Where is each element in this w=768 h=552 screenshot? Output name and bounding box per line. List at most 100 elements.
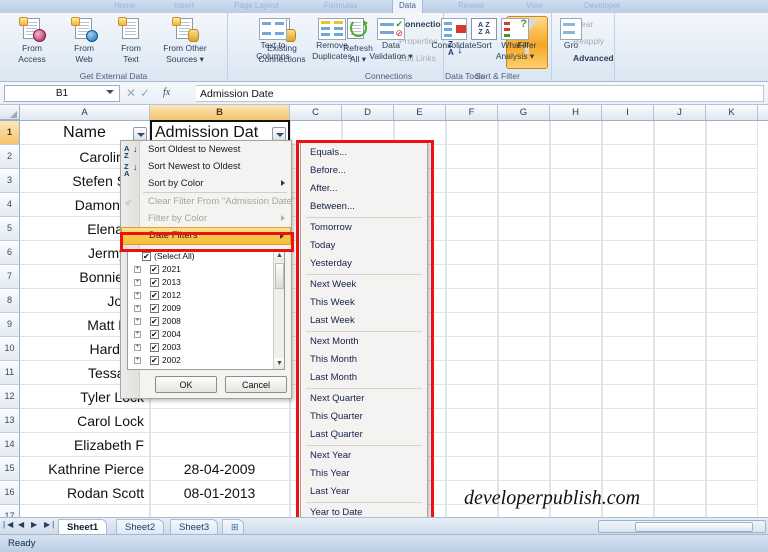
table-row-date[interactable]: 28-04-2009: [150, 457, 290, 481]
cell-empty[interactable]: [602, 265, 654, 289]
table-row-name[interactable]: Kathrine Pierce: [20, 457, 150, 481]
column-header-H[interactable]: H: [550, 105, 602, 120]
cell-empty[interactable]: [550, 289, 602, 313]
row-header-3[interactable]: 3: [0, 169, 20, 193]
expand-icon[interactable]: +: [134, 331, 141, 338]
list-item[interactable]: +2004: [128, 328, 284, 341]
cell-empty[interactable]: [654, 145, 706, 169]
row-header-4[interactable]: 4: [0, 193, 20, 217]
cell-empty[interactable]: [498, 409, 550, 433]
expand-icon[interactable]: +: [134, 305, 141, 312]
row-header-16[interactable]: 16: [0, 481, 20, 505]
cell-empty[interactable]: [498, 241, 550, 265]
cell-empty[interactable]: [498, 193, 550, 217]
column-header-G[interactable]: G: [498, 105, 550, 120]
cell-empty[interactable]: [654, 289, 706, 313]
expand-icon[interactable]: +: [134, 318, 141, 325]
submenu-item[interactable]: This Month: [301, 351, 427, 369]
cell-empty[interactable]: [550, 193, 602, 217]
horizontal-scrollbar-thumb[interactable]: [635, 522, 753, 532]
scrollbar-thumb[interactable]: [275, 263, 284, 289]
column-header-B[interactable]: B: [150, 105, 290, 120]
cell-empty[interactable]: [602, 337, 654, 361]
cell-empty[interactable]: [498, 385, 550, 409]
submenu-item[interactable]: This Year: [301, 465, 427, 483]
select-all-corner[interactable]: [0, 105, 20, 120]
cell-empty[interactable]: [654, 385, 706, 409]
autofilter-button-name[interactable]: [133, 127, 147, 141]
submenu-item[interactable]: Next Year: [301, 447, 427, 465]
cell-empty[interactable]: [706, 361, 758, 385]
row-header-1[interactable]: 1: [0, 121, 20, 145]
cell-empty[interactable]: [602, 169, 654, 193]
cell-empty[interactable]: [706, 313, 758, 337]
column-header-E[interactable]: E: [394, 105, 446, 120]
ribbon-tab-insert[interactable]: Insert: [168, 0, 200, 13]
cell-empty[interactable]: [446, 217, 498, 241]
menu-item-date-filters[interactable]: Date Filters: [121, 227, 291, 245]
cell-empty[interactable]: [654, 433, 706, 457]
submenu-item[interactable]: Tomorrow: [301, 219, 427, 237]
cell-empty[interactable]: [498, 145, 550, 169]
sheet-nav-buttons[interactable]: |◀ ◀ ▶ ▶|: [3, 520, 55, 533]
table-row-date[interactable]: [150, 433, 290, 457]
cell-empty[interactable]: [446, 385, 498, 409]
insert-worksheet-button[interactable]: ⊞: [222, 519, 244, 534]
cell-empty[interactable]: [706, 505, 758, 517]
column-header-A[interactable]: A: [20, 105, 150, 120]
group-button[interactable]: Gro: [549, 16, 593, 69]
table-row-date[interactable]: [150, 409, 290, 433]
row-header-9[interactable]: 9: [0, 313, 20, 337]
cell-empty[interactable]: [602, 361, 654, 385]
row-header-6[interactable]: 6: [0, 241, 20, 265]
cell-empty[interactable]: [446, 289, 498, 313]
cell-empty[interactable]: [446, 457, 498, 481]
ribbon-tab-review[interactable]: Review: [452, 0, 490, 13]
cell-empty[interactable]: [706, 265, 758, 289]
cell-empty[interactable]: [446, 193, 498, 217]
cell-empty[interactable]: [498, 313, 550, 337]
ribbon-tab-view[interactable]: View: [520, 0, 549, 13]
cell-empty[interactable]: [654, 505, 706, 517]
ribbon-tab-developer[interactable]: Developer: [578, 0, 626, 13]
cell-empty[interactable]: [446, 265, 498, 289]
cell-empty[interactable]: [706, 385, 758, 409]
column-header-J[interactable]: J: [654, 105, 706, 120]
submenu-item[interactable]: Next Quarter: [301, 390, 427, 408]
cell-empty[interactable]: [602, 433, 654, 457]
cell-empty[interactable]: [654, 265, 706, 289]
ribbon-tab-page-layout[interactable]: Page Layout: [228, 0, 285, 13]
submenu-item[interactable]: Last Month: [301, 369, 427, 387]
cell-empty[interactable]: [498, 457, 550, 481]
checkbox[interactable]: [150, 276, 159, 289]
row-header-13[interactable]: 13: [0, 409, 20, 433]
cell-empty[interactable]: [498, 265, 550, 289]
cell-empty[interactable]: [446, 313, 498, 337]
cell-empty[interactable]: [654, 409, 706, 433]
submenu-item[interactable]: Before...: [301, 162, 427, 180]
column-header-K[interactable]: K: [706, 105, 758, 120]
cell-empty[interactable]: [550, 457, 602, 481]
list-item[interactable]: +2008: [128, 315, 284, 328]
cell-empty[interactable]: [602, 145, 654, 169]
column-header-C[interactable]: C: [290, 105, 342, 120]
text-to-columns-button[interactable]: Text to Columns: [247, 16, 299, 69]
expand-icon[interactable]: +: [134, 344, 141, 351]
submenu-item[interactable]: Last Quarter: [301, 426, 427, 444]
submenu-item[interactable]: Yesterday: [301, 255, 427, 273]
cell-empty[interactable]: [550, 265, 602, 289]
cell-empty[interactable]: [654, 361, 706, 385]
cell-empty[interactable]: [654, 337, 706, 361]
submenu-item[interactable]: Between...: [301, 198, 427, 216]
scroll-down-icon[interactable]: ▼: [274, 358, 284, 369]
ribbon-tab-formulas[interactable]: Formulas: [318, 0, 363, 13]
cell-empty[interactable]: [602, 241, 654, 265]
cell-empty[interactable]: [550, 217, 602, 241]
cell-empty[interactable]: [498, 169, 550, 193]
cell-empty[interactable]: [654, 241, 706, 265]
from-other-sources-button[interactable]: From Other Sources ▾: [148, 16, 222, 69]
cell-empty[interactable]: [706, 289, 758, 313]
cell-empty[interactable]: [602, 217, 654, 241]
row-header-11[interactable]: 11: [0, 361, 20, 385]
cell-empty[interactable]: [602, 457, 654, 481]
